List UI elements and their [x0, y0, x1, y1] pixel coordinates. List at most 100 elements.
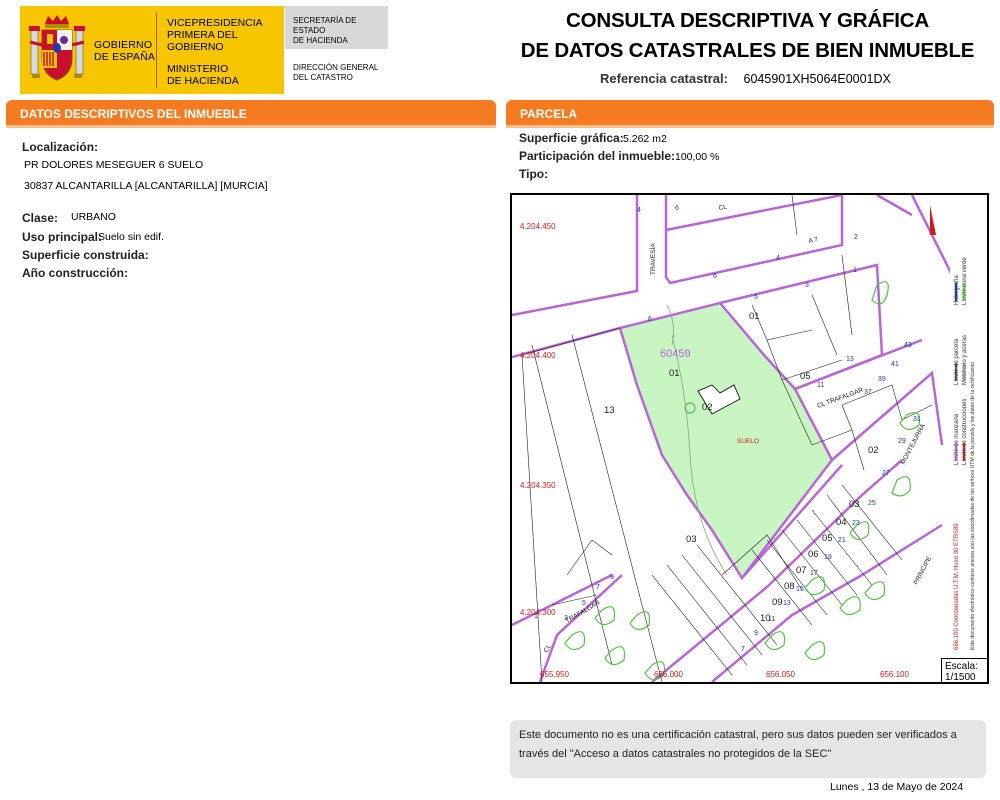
- document-date: Lunes , 13 de Mayo de 2024: [830, 781, 964, 793]
- house-num-2: 6: [675, 205, 679, 212]
- parcel-use-label: SUELO: [737, 438, 759, 445]
- house-num-26: 9: [754, 630, 758, 637]
- dg-line1: DIRECCIÓN GENERAL: [293, 63, 379, 72]
- house-num-28: 1: [534, 613, 538, 620]
- lot-label-11: 09: [772, 597, 783, 608]
- street-travesia: TRAVESÍA: [648, 243, 657, 275]
- map-scale: Escala: 1/1500: [941, 658, 987, 682]
- lot-label-5: 03: [849, 499, 860, 510]
- street-a7: A 7: [808, 236, 819, 245]
- street-principe: PRÍNCIPE: [911, 554, 934, 586]
- house-num-6: 5: [754, 294, 758, 301]
- street-trafalgar: CL TRAFALGAR: [816, 387, 864, 410]
- house-num-31: 7: [596, 584, 600, 591]
- government-logo-block: GOBIERNO DE ESPAÑA VICEPRESIDENCIA PRIME…: [20, 6, 284, 94]
- house-num-23: 15: [796, 586, 804, 593]
- lot-label-2: 05: [800, 371, 811, 382]
- lot-label-9: 07: [796, 565, 807, 576]
- scale-label: Escala:: [945, 661, 978, 672]
- localizacion-line1: PR DOLORES MESEGUER 6 SUELO: [24, 159, 204, 171]
- localizacion-label: Localización:: [22, 140, 99, 154]
- secretaria-line2: DE HACIENDA: [293, 36, 348, 45]
- superficie-construida-label: Superficie construida:: [22, 248, 149, 262]
- localizacion-line2: 30837 ALCANTARILLA [ALCANTARILLA] [MURCI…: [24, 180, 268, 192]
- house-num-20: 21: [838, 537, 846, 544]
- section-header-inmueble: DATOS DESCRIPTIVOS DEL INMUEBLE: [6, 100, 496, 128]
- referencia-catastral: Referencia catastral: 6045901XH5064E0001…: [600, 71, 891, 86]
- ref-label: Referencia catastral:: [600, 71, 728, 86]
- title-line2: DE DATOS CATASTRALES DE BIEN INMUEBLE: [520, 39, 975, 62]
- scale-value: 1/1500: [945, 672, 976, 683]
- house-num-27: 7: [741, 646, 745, 653]
- secretaria-block: SECRETARÍA DE ESTADO DE HACIENDA: [285, 6, 388, 49]
- cadastral-map[interactable]: 4.204.450 4.204.400 4.204.350 4.204.300 …: [510, 193, 989, 684]
- house-num-15: 31: [913, 416, 921, 423]
- uso-principal-value: Suelo sin edif.: [98, 231, 164, 243]
- house-num-14: 43: [904, 342, 912, 349]
- house-num-30: 5: [582, 600, 586, 607]
- anio-construccion-label: Año construcción:: [22, 266, 129, 280]
- document-title: CONSULTA DESCRIPTIVA Y GRÁFICA DE DATOS …: [520, 6, 975, 66]
- superficie-grafica-value: 5.262 m2: [623, 133, 667, 145]
- x-coord-3: 656.050: [766, 670, 795, 679]
- y-coord-2: 4.204.400: [520, 351, 556, 360]
- x-coord-2: 656.000: [654, 670, 683, 679]
- north-arrow-icon: [930, 205, 936, 235]
- x-coord-4: 656.100: [880, 670, 909, 679]
- legend-validity-note: Este documento electrónico contiene anex…: [970, 362, 976, 650]
- y-coord-3: 4.204.350: [520, 481, 556, 490]
- house-num-5: 6: [713, 273, 717, 280]
- house-num-11: 37: [864, 389, 872, 396]
- house-num-4: 4: [776, 255, 780, 262]
- disclaimer-line1: Este documento no es una certificación c…: [519, 729, 957, 741]
- lot-label-10: 08: [784, 581, 795, 592]
- house-num-7: 3: [805, 282, 809, 289]
- parcel-id-label: 60459: [660, 348, 691, 360]
- dg-line2: DEL CATASTRO: [293, 73, 353, 82]
- house-num-12: 39: [878, 376, 886, 383]
- gobierno-line1: GOBIERNO: [94, 39, 153, 51]
- gobierno-label: GOBIERNO DE ESPAÑA: [94, 39, 155, 63]
- gobierno-line2: DE ESPAÑA: [94, 51, 156, 63]
- uso-principal-label: Uso principal:: [22, 230, 103, 244]
- logo-divider: [156, 12, 157, 88]
- participacion-value: 100,00 %: [675, 151, 720, 163]
- house-num-29: 3: [564, 615, 568, 622]
- vicepresidencia-label: VICEPRESIDENCIA PRIMERA DEL GOBIERNO: [167, 17, 284, 53]
- vice-line2: PRIMERA DEL GOBIERNO: [167, 29, 238, 53]
- house-num-25: 11: [768, 616, 775, 623]
- section-title-inmueble: DATOS DESCRIPTIVOS DEL INMUEBLE: [20, 107, 247, 121]
- clase-label: Clase:: [22, 211, 59, 225]
- secretaria-line1: SECRETARÍA DE ESTADO: [293, 16, 357, 35]
- lot-label-8: 06: [808, 549, 819, 560]
- lot-label-1: 01: [749, 311, 760, 322]
- house-num-21: 19: [824, 554, 832, 561]
- vice-line1: VICEPRESIDENCIA: [167, 17, 263, 29]
- parcel-area: [618, 301, 834, 581]
- coat-of-arms-icon: [29, 15, 85, 81]
- y-coord-1: 4.204.450: [520, 222, 556, 231]
- ministerio-line1: MINISTERIO: [167, 63, 229, 75]
- map-drawing: 4.204.450 4.204.400 4.204.350 4.204.300 …: [512, 195, 987, 682]
- house-num-13: 41: [891, 361, 899, 368]
- house-num-10: 11: [817, 382, 824, 389]
- participacion-label: Participación del inmueble:: [519, 149, 676, 163]
- house-num-32: 9: [610, 574, 614, 581]
- house-num-18: 25: [868, 500, 876, 507]
- disclaimer-note: Este documento no es una certificación c…: [510, 720, 986, 778]
- section-header-parcela: PARCELA: [506, 100, 994, 128]
- ministerio-line2: DE HACIENDA: [167, 75, 239, 87]
- lot-label-3: 13: [604, 405, 615, 416]
- legend-coords-note: 656.100 Coordenadas U.T.M. Huso 30 ETRS8…: [954, 523, 960, 650]
- x-coord-1: 655.950: [540, 670, 569, 679]
- superficie-grafica-label: Superficie gráfica:: [519, 131, 624, 145]
- house-num-33: 6: [648, 316, 652, 323]
- title-line1: CONSULTA DESCRIPTIVA Y GRÁFICA: [565, 9, 930, 32]
- house-num-24: 13: [783, 600, 791, 607]
- house-num-17: 27: [882, 470, 890, 477]
- ref-value: 6045901XH5064E0001DX: [743, 72, 891, 86]
- lot-label-7: 05: [822, 533, 833, 544]
- disclaimer-line2: través del "Acceso a datos catastrales n…: [519, 748, 832, 760]
- house-num-8: 1: [853, 267, 857, 274]
- ministerio-label: MINISTERIO DE HACIENDA: [167, 63, 239, 87]
